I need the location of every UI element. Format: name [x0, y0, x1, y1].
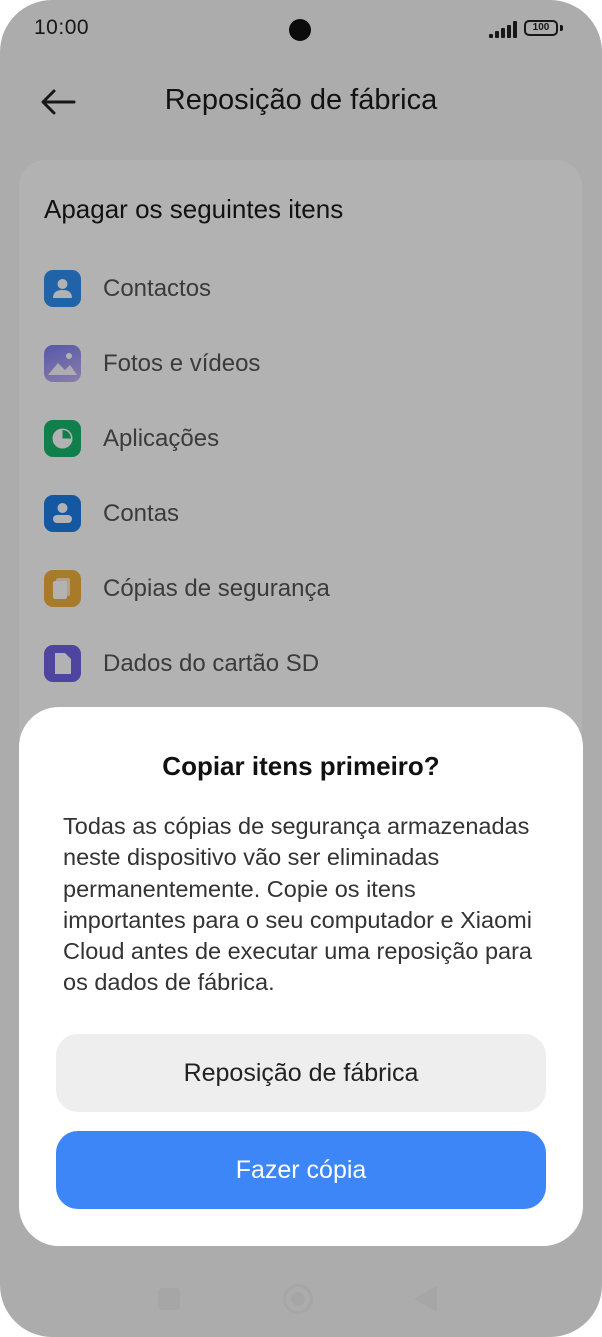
make-backup-button[interactable]: Fazer cópia — [56, 1131, 546, 1209]
dialog-message: Todas as cópias de segurança armazenadas… — [63, 813, 532, 996]
phone-screen: 10:00 100 Reposição de fábrica Apagar os… — [0, 0, 602, 1337]
factory-reset-button[interactable]: Reposição de fábrica — [56, 1034, 546, 1112]
dialog-title: Copiar itens primeiro? — [162, 751, 440, 781]
backup-dialog: Copiar itens primeiro? Todas as cópias d… — [19, 707, 583, 1246]
